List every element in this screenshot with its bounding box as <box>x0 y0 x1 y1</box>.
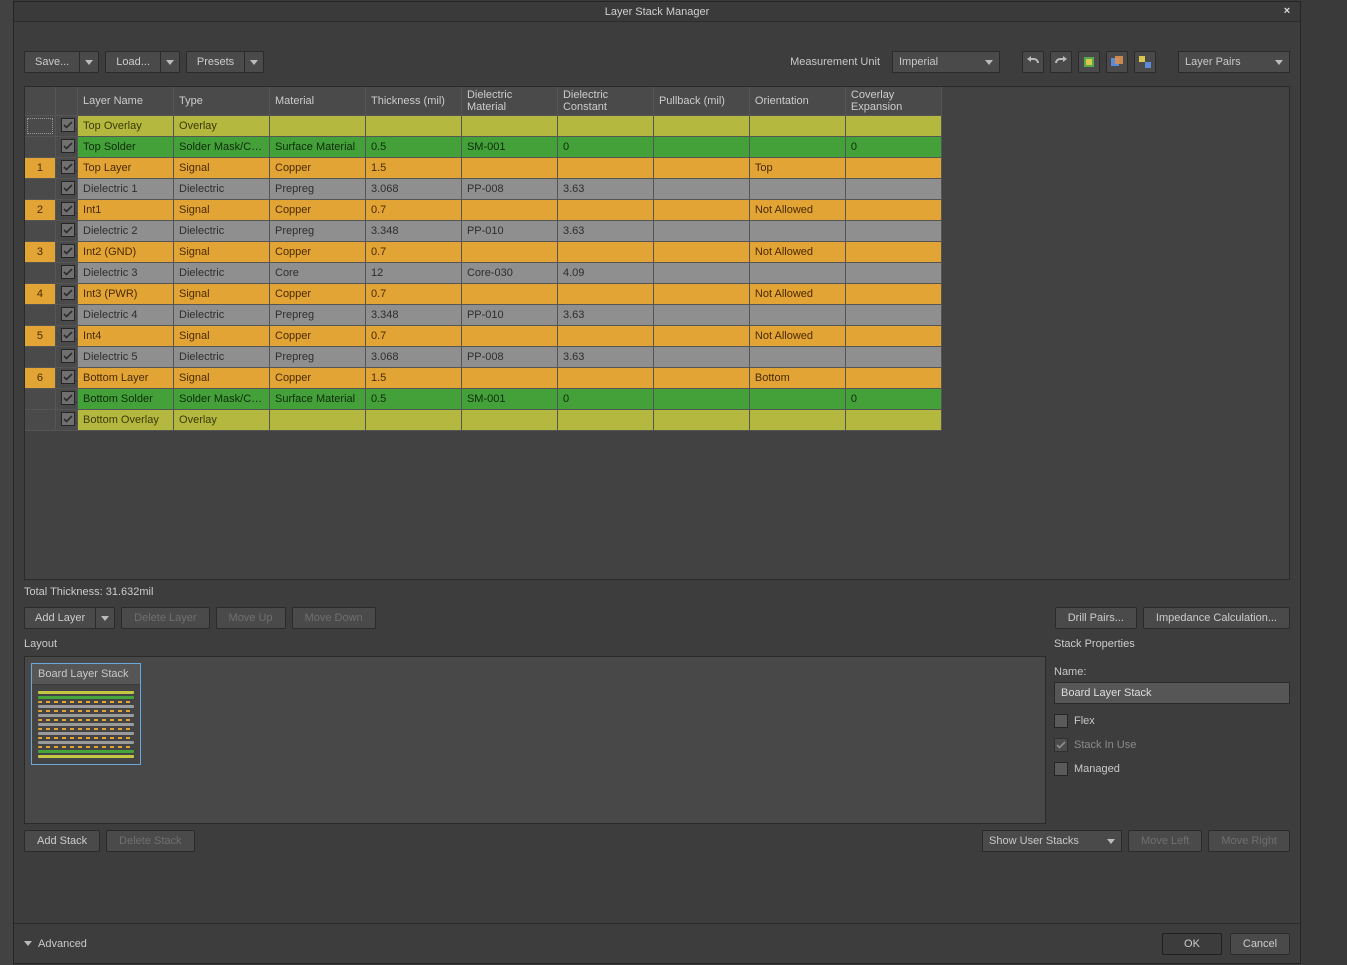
col-orientation[interactable]: Orientation <box>749 87 845 115</box>
move-down-button[interactable]: Move Down <box>292 607 376 629</box>
cancel-button[interactable]: Cancel <box>1230 933 1290 955</box>
row-checkbox[interactable] <box>61 328 75 342</box>
measurement-unit-select[interactable]: Imperial <box>892 51 1000 73</box>
table-row[interactable]: Bottom SolderSolder Mask/Co...Surface Ma… <box>25 388 942 409</box>
titlebar: Layer Stack Manager × <box>14 2 1300 22</box>
measurement-unit-label: Measurement Unit <box>790 56 880 68</box>
total-thickness: Total Thickness: 31.632mil <box>24 580 1290 604</box>
table-row[interactable]: Bottom OverlayOverlay <box>25 409 942 430</box>
window-title: Layer Stack Manager <box>605 6 710 18</box>
show-user-stacks-select[interactable]: Show User Stacks <box>982 830 1122 852</box>
add-layer-button[interactable]: Add Layer <box>24 607 115 629</box>
stack-properties-title: Stack Properties <box>1054 638 1290 650</box>
layer-pairs-select[interactable]: Layer Pairs <box>1178 51 1290 73</box>
delete-stack-button[interactable]: Delete Stack <box>106 830 194 852</box>
row-checkbox[interactable] <box>61 244 75 258</box>
row-checkbox[interactable] <box>61 391 75 405</box>
row-checkbox[interactable] <box>61 286 75 300</box>
delete-layer-button[interactable]: Delete Layer <box>121 607 209 629</box>
row-checkbox[interactable] <box>61 223 75 237</box>
col-dielectric-constant[interactable]: Dielectric Constant <box>557 87 653 115</box>
move-right-button[interactable]: Move Right <box>1208 830 1290 852</box>
presets-button[interactable]: Presets <box>186 51 264 73</box>
table-row[interactable]: Dielectric 2DielectricPrepreg3.348PP-010… <box>25 220 942 241</box>
add-stack-button[interactable]: Add Stack <box>24 830 100 852</box>
row-checkbox[interactable] <box>61 181 75 195</box>
advanced-toggle[interactable]: Advanced <box>24 938 87 950</box>
managed-checkbox[interactable]: Managed <box>1054 762 1290 776</box>
col-pullback[interactable]: Pullback (mil) <box>653 87 749 115</box>
table-row[interactable]: 4Int3 (PWR)SignalCopper0.7Not Allowed <box>25 283 942 304</box>
name-label: Name: <box>1054 666 1290 678</box>
col-dielectric-material[interactable]: Dielectric Material <box>461 87 557 115</box>
table-row[interactable]: Top SolderSolder Mask/Co...Surface Mater… <box>25 136 942 157</box>
table-row[interactable]: Dielectric 3DielectricCore12Core-0304.09 <box>25 262 942 283</box>
tool-icon-2[interactable] <box>1106 51 1128 73</box>
table-row[interactable]: Dielectric 1DielectricPrepreg3.068PP-008… <box>25 178 942 199</box>
flex-checkbox[interactable]: Flex <box>1054 714 1290 728</box>
col-type[interactable]: Type <box>174 87 270 115</box>
row-checkbox[interactable] <box>61 202 75 216</box>
tool-icon-3[interactable] <box>1134 51 1156 73</box>
table-row[interactable]: 6Bottom LayerSignalCopper1.5Bottom <box>25 367 942 388</box>
col-coverlay-expansion[interactable]: Coverlay Expansion <box>845 87 941 115</box>
layer-stack-manager-window: Layer Stack Manager × Save... Load... Pr… <box>13 1 1301 964</box>
bottom-toolbar: Add Stack Delete Stack Show User Stacks … <box>24 830 1290 852</box>
tool-icon-1[interactable] <box>1078 51 1100 73</box>
table-row[interactable]: 3Int2 (GND)SignalCopper0.7Not Allowed <box>25 241 942 262</box>
table-row[interactable]: 2Int1SignalCopper0.7Not Allowed <box>25 199 942 220</box>
table-row[interactable]: Dielectric 5DielectricPrepreg3.068PP-008… <box>25 346 942 367</box>
col-check[interactable] <box>55 87 77 115</box>
mid-toolbar: Add Layer Delete Layer Move Up Move Down… <box>24 604 1290 632</box>
row-checkbox[interactable] <box>61 160 75 174</box>
row-checkbox[interactable] <box>61 370 75 384</box>
move-up-button[interactable]: Move Up <box>216 607 286 629</box>
close-icon[interactable]: × <box>1278 3 1296 21</box>
col-num[interactable] <box>25 87 55 115</box>
top-toolbar: Save... Load... Presets Measurement Unit… <box>24 32 1290 76</box>
table-row[interactable]: Dielectric 4DielectricPrepreg3.348PP-010… <box>25 304 942 325</box>
row-checkbox[interactable] <box>61 265 75 279</box>
row-checkbox[interactable] <box>61 349 75 363</box>
impedance-calc-button[interactable]: Impedance Calculation... <box>1143 607 1290 629</box>
ok-button[interactable]: OK <box>1162 933 1222 955</box>
move-left-button[interactable]: Move Left <box>1128 830 1202 852</box>
load-button[interactable]: Load... <box>105 51 180 73</box>
stack-preview <box>32 685 140 764</box>
col-layer-name[interactable]: Layer Name <box>78 87 174 115</box>
board-layer-stack-chip[interactable]: Board Layer Stack <box>31 663 141 765</box>
table-row[interactable]: 1Top LayerSignalCopper1.5Top <box>25 157 942 178</box>
save-button[interactable]: Save... <box>24 51 99 73</box>
layout-box[interactable]: Board Layer Stack <box>24 656 1046 824</box>
stack-in-use-checkbox: Stack In Use <box>1054 738 1290 752</box>
row-checkbox[interactable] <box>61 412 75 426</box>
row-checkbox[interactable] <box>61 118 75 132</box>
undo-icon[interactable] <box>1022 51 1044 73</box>
redo-icon[interactable] <box>1050 51 1072 73</box>
chip-title: Board Layer Stack <box>32 664 140 685</box>
row-checkbox[interactable] <box>61 139 75 153</box>
layer-stack-grid[interactable]: Layer Name Type Material Thickness (mil)… <box>24 86 1290 580</box>
footer: Advanced OK Cancel <box>14 923 1300 963</box>
stack-name-input[interactable]: Board Layer Stack <box>1054 682 1290 704</box>
col-thickness[interactable]: Thickness (mil) <box>365 87 461 115</box>
table-row[interactable]: Top OverlayOverlay <box>25 115 942 136</box>
table-row[interactable]: 5Int4SignalCopper0.7Not Allowed <box>25 325 942 346</box>
drill-pairs-button[interactable]: Drill Pairs... <box>1055 607 1137 629</box>
col-material[interactable]: Material <box>270 87 366 115</box>
row-checkbox[interactable] <box>61 307 75 321</box>
chevron-down-icon <box>24 941 32 946</box>
layout-title: Layout <box>24 638 1046 650</box>
